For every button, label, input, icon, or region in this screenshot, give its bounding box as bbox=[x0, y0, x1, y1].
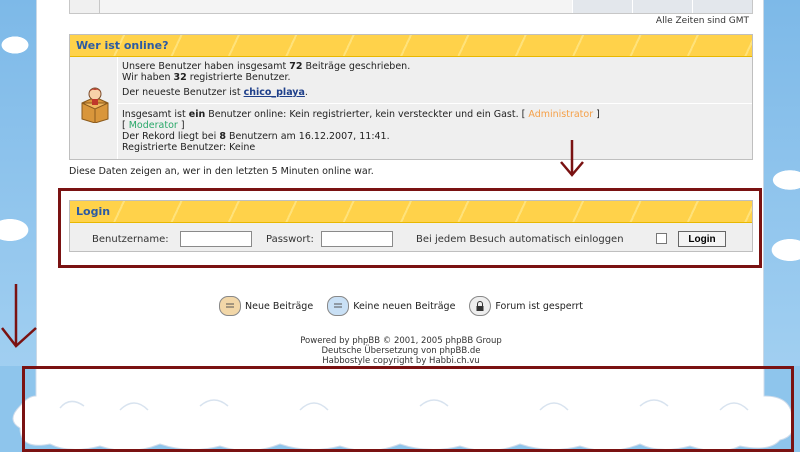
translation-credit: Deutsche Übersetzung von phpBB.de bbox=[321, 346, 481, 356]
timezone-note: Alle Zeiten sind GMT bbox=[655, 16, 749, 26]
who-is-online-panel: Wer ist online? Unsere Benutzer haben in… bbox=[69, 34, 753, 160]
new-posts-icon bbox=[219, 296, 242, 316]
new-posts-label: Neue Beiträge bbox=[245, 300, 314, 312]
powered-by: Powered by phpBB © 2001, 2005 phpBB Grou… bbox=[300, 336, 502, 346]
no-new-posts-icon bbox=[327, 296, 350, 316]
online-icon-cell bbox=[70, 57, 118, 159]
annotation-login-highlight bbox=[58, 188, 762, 268]
forum-statistics: Unsere Benutzer haben insgesamt 72 Beitr… bbox=[122, 61, 411, 98]
administrator-legend: Administrator bbox=[528, 109, 594, 120]
page-footer: Powered by phpBB © 2001, 2005 phpBB Grou… bbox=[37, 336, 765, 366]
online-users-info: Insgesamt ist ein Benutzer online: Kein … bbox=[122, 109, 742, 153]
online-timeframe-note: Diese Daten zeigen an, wer in den letzte… bbox=[69, 166, 374, 177]
newest-user-link[interactable]: chico_playa bbox=[244, 87, 305, 98]
forum-locked-label: Forum ist gesperrt bbox=[495, 300, 583, 312]
moderator-legend: Moderator bbox=[128, 120, 178, 131]
forum-table-remnant bbox=[69, 0, 753, 14]
habbo-box-icon bbox=[81, 87, 109, 123]
annotation-arrow-down-icon bbox=[560, 140, 584, 177]
lock-icon bbox=[469, 296, 492, 316]
who-is-online-title: Wer ist online? bbox=[70, 35, 752, 57]
annotation-arrow-down-left-icon bbox=[1, 284, 37, 348]
post-count: 72 bbox=[289, 61, 303, 72]
registered-users-line: Registrierte Benutzer: Keine bbox=[122, 142, 256, 153]
no-new-posts-label: Keine neuen Beiträge bbox=[353, 300, 456, 312]
style-credit: Habbostyle copyright by Habbi.ch.vu bbox=[322, 356, 480, 366]
annotation-clouds-highlight bbox=[22, 366, 794, 452]
user-count: 32 bbox=[173, 72, 187, 83]
forum-icon-legend: Neue Beiträge Keine neuen Beiträge Forum… bbox=[37, 296, 765, 316]
